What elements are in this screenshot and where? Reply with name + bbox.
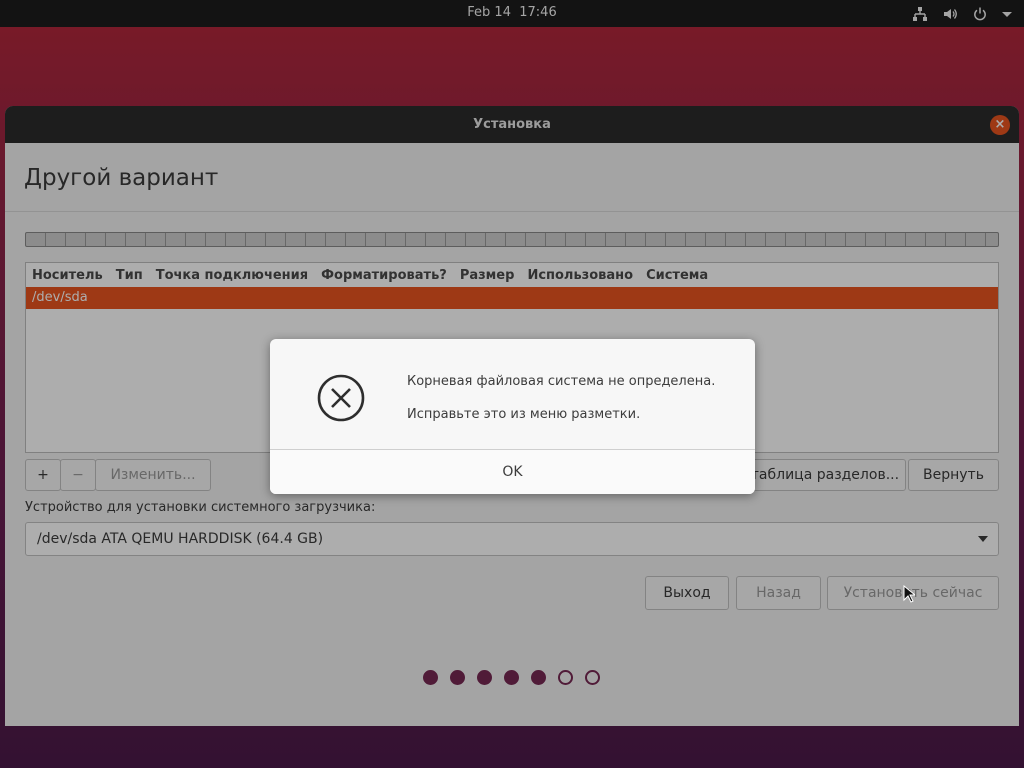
error-icon [316, 373, 366, 427]
dialog-hint: Исправьте это из меню разметки. [407, 407, 641, 422]
dialog-message: Корневая файловая система не определена. [407, 374, 716, 389]
error-dialog: Корневая файловая система не определена.… [270, 339, 755, 494]
mouse-pointer-icon [903, 584, 917, 607]
ok-button[interactable]: OK [270, 450, 755, 494]
